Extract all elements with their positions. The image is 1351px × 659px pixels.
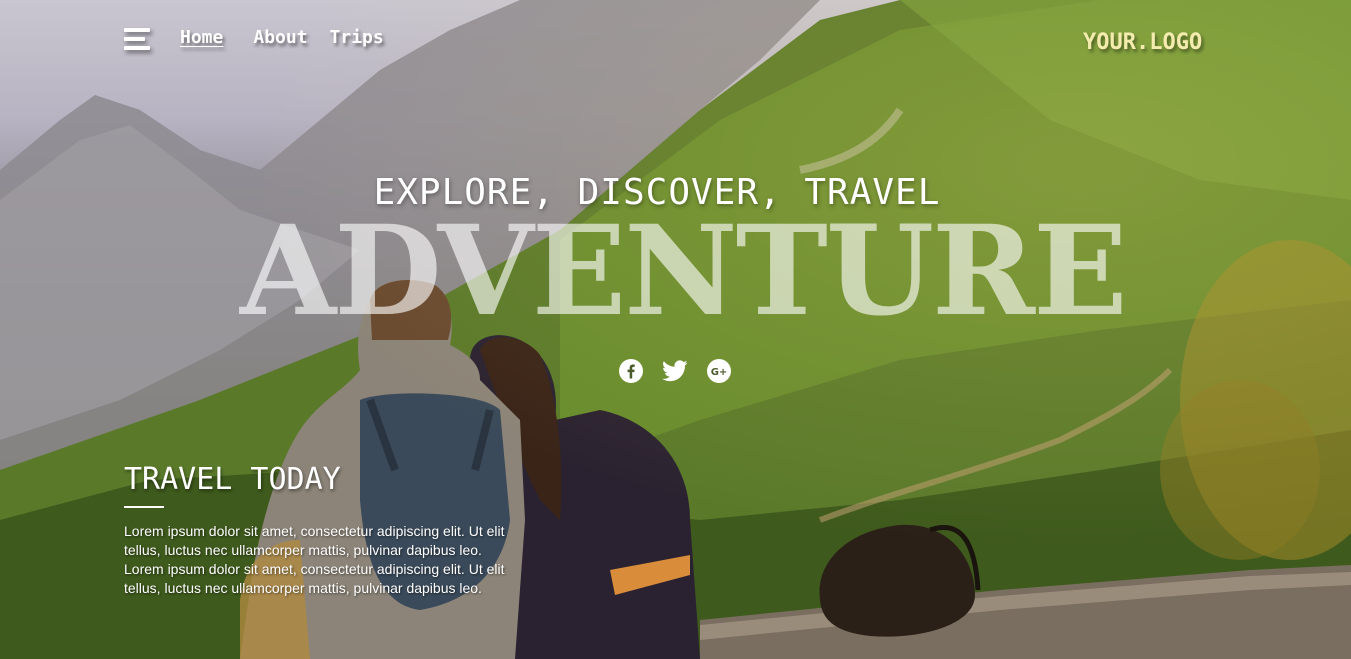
section-body: Lorem ipsum dolor sit amet, consectetur … bbox=[124, 523, 505, 596]
hamburger-icon[interactable] bbox=[124, 28, 150, 50]
section-title: TRAVEL TODAY bbox=[124, 462, 341, 497]
main-nav: Home About Trips bbox=[180, 27, 384, 48]
hero-headline: ADVENTURE bbox=[240, 199, 1128, 344]
google-plus-icon[interactable]: G+ bbox=[706, 358, 732, 384]
facebook-icon[interactable] bbox=[618, 358, 644, 384]
title-divider bbox=[124, 506, 164, 508]
nav-item-about[interactable]: About bbox=[253, 27, 307, 48]
twitter-icon[interactable] bbox=[662, 358, 688, 384]
nav-item-trips[interactable]: Trips bbox=[330, 27, 384, 48]
svg-text:G+: G+ bbox=[711, 367, 728, 378]
nav-item-home[interactable]: Home bbox=[180, 27, 223, 48]
logo[interactable]: YOUR.LOGO bbox=[1083, 30, 1202, 55]
social-links: G+ bbox=[618, 358, 732, 384]
hero-section: Home About Trips YOUR.LOGO EXPLORE, DISC… bbox=[0, 0, 1351, 659]
